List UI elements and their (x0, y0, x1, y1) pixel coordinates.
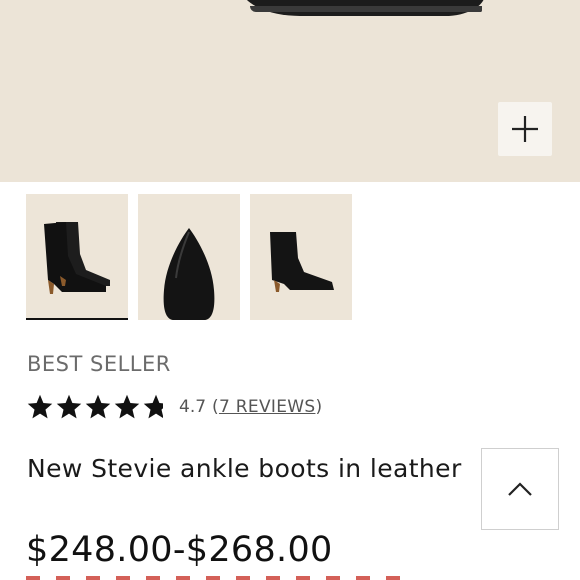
star-icon (85, 394, 111, 419)
star-partial-icon (143, 394, 163, 419)
thumbnail-boot-single[interactable] (250, 194, 352, 320)
boot-single-image (270, 232, 334, 292)
back-to-top-button[interactable] (481, 448, 559, 530)
plus-icon (512, 116, 538, 142)
reviews-link[interactable]: (7 REVIEWS) (212, 397, 322, 417)
star-icon (56, 394, 82, 419)
thumbnail-boot-toe[interactable] (138, 194, 240, 320)
cropped-content-edge (26, 576, 406, 580)
active-thumbnail-indicator (26, 318, 128, 320)
rating-row: 4.7 (7 REVIEWS) (26, 392, 322, 422)
rating-value: 4.7 (179, 397, 207, 417)
product-title: New Stevie ankle boots in leather (27, 454, 462, 483)
product-hero-image[interactable] (0, 0, 580, 182)
reviews-open-paren: ( (212, 397, 219, 417)
star-icon (27, 394, 53, 419)
star-rating (26, 393, 171, 421)
boot-sole (250, 6, 482, 12)
zoom-button[interactable] (498, 102, 552, 156)
chevron-up-icon (508, 482, 532, 496)
best-seller-badge: BEST SELLER (27, 352, 171, 376)
boot-pair-image (44, 222, 110, 294)
thumbnail-boot-pair[interactable] (26, 194, 128, 320)
reviews-label: 7 REVIEWS (218, 397, 316, 417)
product-price: $248.00-$268.00 (26, 530, 333, 570)
star-icon (114, 394, 140, 419)
reviews-close-paren: ) (315, 397, 323, 417)
boot-toe-image (163, 228, 215, 320)
